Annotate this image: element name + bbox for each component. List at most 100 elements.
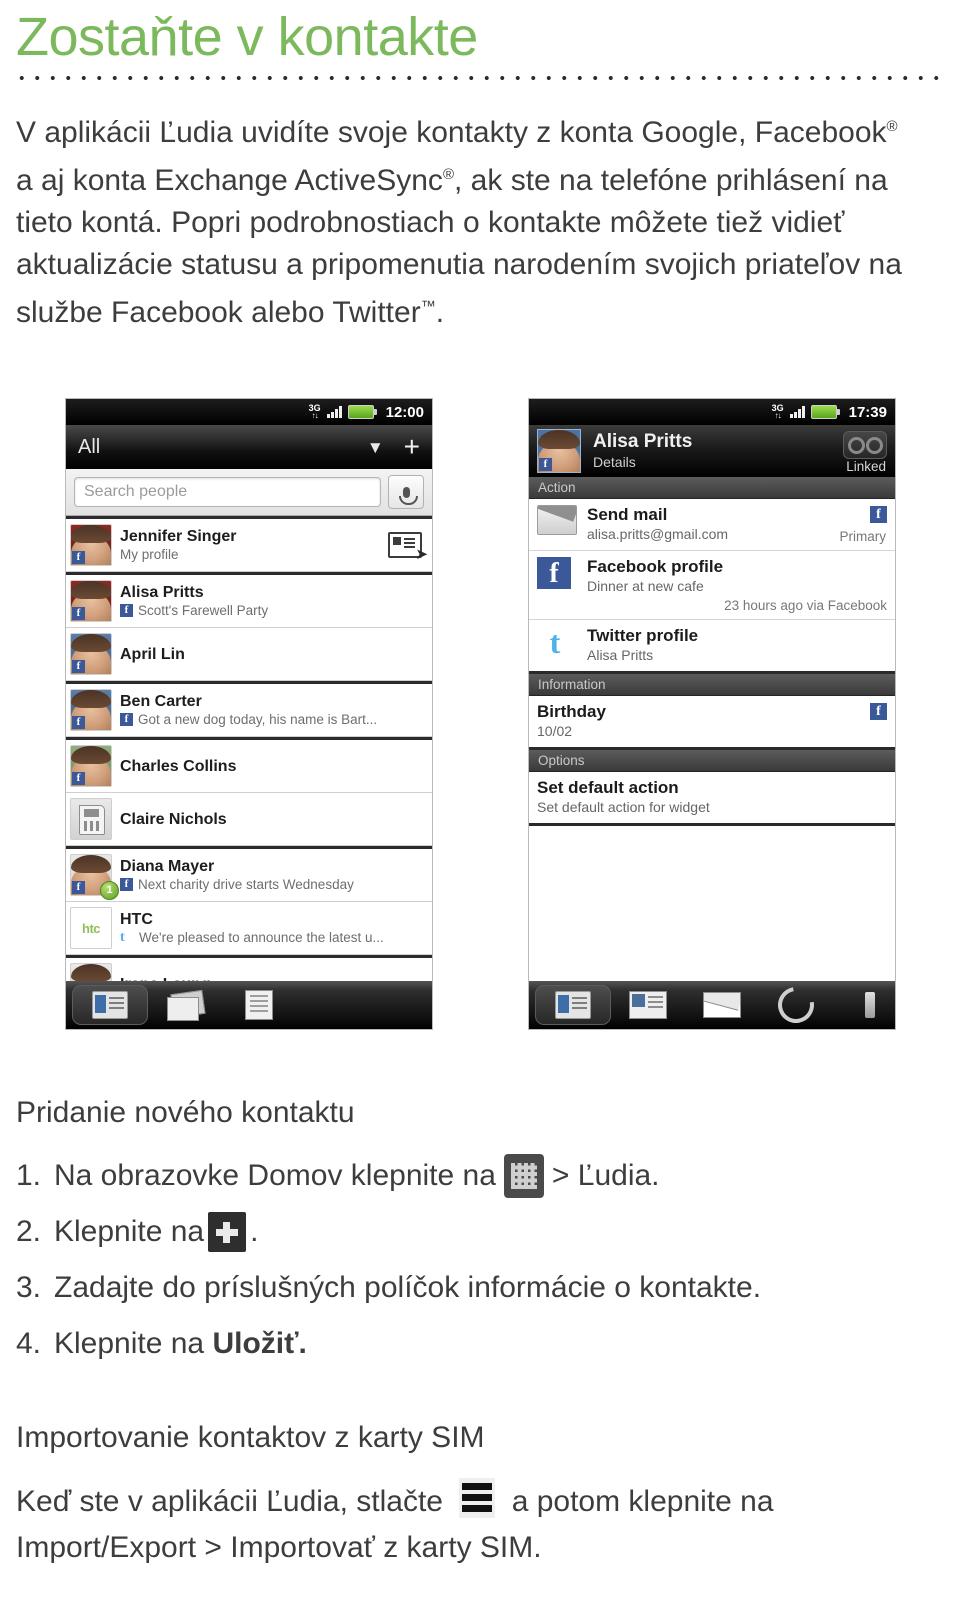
call-history-tab-icon[interactable]: [222, 986, 296, 1024]
signal-bars-icon: [789, 406, 805, 418]
app-grid-icon: [503, 1154, 544, 1198]
step-number: 1.: [16, 1159, 42, 1192]
chevron-down-icon[interactable]: ▼: [367, 439, 384, 456]
microphone-icon[interactable]: [388, 475, 424, 509]
contact-name: Claire Nichols: [120, 810, 227, 828]
detail-title: Set default action: [537, 778, 679, 797]
contact-name: April Lin: [120, 645, 185, 663]
step-1: 1. Na obrazovke Domov klepnite na > Ľudi…: [16, 1148, 936, 1204]
import-sim-line-2: Import/Export > Importovať z karty SIM.: [16, 1531, 542, 1564]
contact-status-text: My profile: [120, 547, 179, 562]
mail-tab-icon[interactable]: [685, 986, 759, 1024]
avatar: f: [70, 524, 112, 566]
updates-tab-icon[interactable]: [611, 986, 685, 1024]
contact-status-text: Scott's Farewell Party: [138, 603, 269, 618]
screenshot-contact-details: 3G ↑↓ 17:39 f Alisa Pritts Details Linked…: [528, 398, 896, 1030]
detail-title: Twitter profile: [587, 626, 699, 645]
list-item[interactable]: f April Lin: [66, 628, 432, 681]
step-3: 3. Zadajte do príslušných políčok inform…: [16, 1260, 936, 1316]
contact-name: Jennifer Singer: [120, 528, 237, 545]
list-item[interactable]: Claire Nichols: [66, 793, 432, 846]
section-header: Action: [529, 477, 895, 499]
import-sim-line-1: Keď ste v aplikácii Ľudia, stlačte a pot…: [16, 1478, 946, 1525]
envelope-icon: [537, 505, 577, 537]
facebook-icon: f: [120, 878, 133, 891]
htc-logo-icon: htc: [71, 908, 111, 948]
detail-row[interactable]: f Facebook profile Dinner at new cafe 23 ho…: [529, 551, 895, 620]
page-title: Zostaňte v kontakte: [16, 7, 478, 67]
facebook-icon: f: [537, 557, 577, 589]
filter-label[interactable]: All: [78, 436, 100, 459]
list-item-text: Claire Nichols: [120, 810, 432, 829]
contact-status: f Got a new dog today, his name is Bart..…: [120, 711, 426, 728]
status-bar-left: 3G ↑↓ 12:00: [66, 399, 432, 425]
detail-text: Set default action Set default action for…: [537, 778, 887, 817]
detail-title: Send mail: [587, 505, 668, 524]
plus-icon[interactable]: +: [404, 433, 420, 461]
detail-row[interactable]: Send mail alisa.pritts@gmail.com f Primary: [529, 499, 895, 551]
bottom-dock-right: [529, 979, 895, 1029]
link-chain-icon[interactable]: [843, 431, 887, 459]
step-text-after: .: [250, 1215, 259, 1248]
facebook-icon: f: [72, 716, 85, 729]
detail-title: Birthday: [537, 702, 606, 721]
detail-row[interactable]: Set default action Set default action for…: [529, 772, 895, 823]
detail-subtitle: Dinner at new cafe: [587, 578, 704, 594]
contact-name: Alisa Pritts: [120, 584, 204, 601]
list-item-text: Diana Mayer f Next charity drive starts We…: [120, 857, 432, 893]
more-tab-icon[interactable]: [833, 986, 895, 1024]
facebook-icon: f: [72, 551, 85, 564]
section-card: Birthday 10/02 f: [529, 696, 895, 750]
list-item[interactable]: f Alisa Pritts f Scott's Farewell Party: [66, 572, 432, 628]
manual-page: Zostaňte v kontakte V aplikácii Ľudia uv…: [0, 0, 960, 1598]
facebook-icon: f: [72, 881, 85, 894]
contact-details-tab-icon[interactable]: [535, 985, 611, 1025]
search-bar: Search people: [66, 469, 432, 516]
facebook-icon: f: [539, 458, 552, 471]
bottom-dock-left: [66, 981, 432, 1029]
search-input[interactable]: Search people: [74, 477, 381, 507]
step-text-bold: Uložiť.: [212, 1327, 307, 1360]
contact-status: f Next charity drive starts Wednesday: [120, 876, 426, 893]
people-tab-icon[interactable]: [72, 985, 148, 1025]
list-item[interactable]: f 1 Diana Mayer f Next charity drive starts …: [66, 846, 432, 902]
import-sim-text-before: Keď ste v aplikácii Ľudia, stlačte: [16, 1485, 443, 1518]
battery-icon: [810, 405, 840, 419]
list-item[interactable]: f Jennifer Singer My profile ➤: [66, 516, 432, 572]
intro-paragraph: V aplikácii Ľudia uvidíte svoje kontakty…: [16, 116, 902, 329]
detail-subtitle: Set default action for widget: [537, 799, 710, 815]
refresh-tab-icon[interactable]: [759, 979, 833, 1029]
contact-status-text: Got a new dog today, his name is Bart...: [138, 712, 378, 727]
list-item[interactable]: htc HTC t We're pleased to announce the lat…: [66, 902, 432, 955]
contact-name: Diana Mayer: [120, 858, 215, 875]
facebook-icon: f: [120, 604, 133, 617]
twitter-icon: t: [120, 930, 125, 945]
step-text: Na obrazovke Domov klepnite na: [54, 1159, 496, 1192]
contact-status-text: Next charity drive starts Wednesday: [138, 877, 354, 892]
status-clock: 12:00: [385, 403, 424, 421]
section-header: Information: [529, 674, 895, 696]
heading-add-contact: Pridanie nového kontaktu: [16, 1096, 355, 1129]
sim-card-icon: [79, 805, 105, 835]
step-number: 2.: [16, 1215, 42, 1248]
contact-list[interactable]: f Jennifer Singer My profile ➤ f Alisa Pritts…: [66, 516, 432, 1029]
detail-text: Facebook profile Dinner at new cafe 23 hou…: [587, 557, 887, 613]
send-contact-card-icon[interactable]: ➤: [388, 532, 428, 562]
detail-subtitle: 10/02: [537, 723, 573, 739]
contact-name: HTC: [120, 911, 153, 928]
signal-bars-icon: [326, 406, 342, 418]
list-item[interactable]: f Ben Carter f Got a new dog today, his nam…: [66, 681, 432, 737]
network-3g-icon: 3G ↑↓: [308, 403, 321, 420]
groups-tab-icon[interactable]: [148, 986, 222, 1024]
plus-icon: [208, 1212, 247, 1252]
list-item[interactable]: f Charles Collins: [66, 737, 432, 793]
detail-right-label: Primary: [839, 529, 887, 544]
step-text-after: > Ľudia.: [551, 1159, 660, 1192]
network-3g-icon: 3G ↑↓: [771, 403, 784, 420]
menu-button-icon: [459, 1478, 496, 1518]
detail-row[interactable]: t Twitter profile Alisa Pritts: [529, 620, 895, 671]
step-text: Klepnite na: [54, 1215, 205, 1248]
step-2: 2. Klepnite na .: [16, 1204, 936, 1260]
detail-row[interactable]: Birthday 10/02 f: [529, 696, 895, 747]
detail-meta: 23 hours ago via Facebook: [724, 598, 887, 613]
